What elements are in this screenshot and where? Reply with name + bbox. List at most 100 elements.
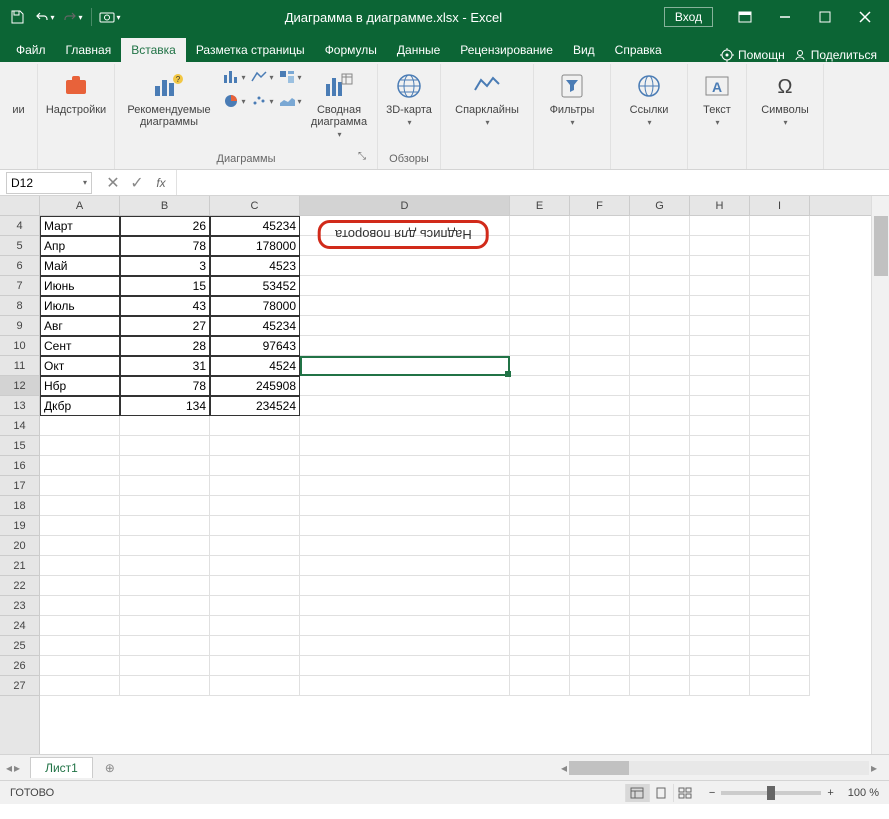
cell-E23[interactable] <box>510 596 570 616</box>
cell-C14[interactable] <box>210 416 300 436</box>
symbols-button[interactable]: Ω Символы▾ <box>753 66 817 131</box>
tab-insert[interactable]: Вставка <box>121 38 186 62</box>
cell-C27[interactable] <box>210 676 300 696</box>
addins-button[interactable]: Надстройки <box>44 66 108 120</box>
cell-A18[interactable] <box>40 496 120 516</box>
cell-F24[interactable] <box>570 616 630 636</box>
filters-button[interactable]: Фильтры▾ <box>540 66 604 131</box>
cell-G11[interactable] <box>630 356 690 376</box>
cell-F7[interactable] <box>570 276 630 296</box>
cell-H12[interactable] <box>690 376 750 396</box>
cell-F27[interactable] <box>570 676 630 696</box>
tell-me-button[interactable]: Помощн <box>720 48 785 62</box>
row-header-17[interactable]: 17 <box>0 476 39 496</box>
cell-E8[interactable] <box>510 296 570 316</box>
save-button[interactable] <box>4 4 30 30</box>
cell-E21[interactable] <box>510 556 570 576</box>
page-layout-view-button[interactable] <box>649 784 673 802</box>
text-button[interactable]: A Текст▾ <box>694 66 740 131</box>
cell-I26[interactable] <box>750 656 810 676</box>
cell-B4[interactable]: 26 <box>120 216 210 236</box>
cell-F25[interactable] <box>570 636 630 656</box>
cell-A10[interactable]: Сент <box>40 336 120 356</box>
cell-E15[interactable] <box>510 436 570 456</box>
cell-H4[interactable] <box>690 216 750 236</box>
cell-G16[interactable] <box>630 456 690 476</box>
cell-B6[interactable]: 3 <box>120 256 210 276</box>
cell-A11[interactable]: Окт <box>40 356 120 376</box>
hierarchy-chart-button[interactable]: ▾ <box>277 66 303 88</box>
row-header-13[interactable]: 13 <box>0 396 39 416</box>
maximize-button[interactable] <box>805 3 845 31</box>
cell-E11[interactable] <box>510 356 570 376</box>
cell-E6[interactable] <box>510 256 570 276</box>
cell-D21[interactable] <box>300 556 510 576</box>
row-header-26[interactable]: 26 <box>0 656 39 676</box>
cell-C13[interactable]: 234524 <box>210 396 300 416</box>
cell-E26[interactable] <box>510 656 570 676</box>
cell-F10[interactable] <box>570 336 630 356</box>
cell-G23[interactable] <box>630 596 690 616</box>
cell-F15[interactable] <box>570 436 630 456</box>
row-header-22[interactable]: 22 <box>0 576 39 596</box>
cell-G22[interactable] <box>630 576 690 596</box>
row-header-14[interactable]: 14 <box>0 416 39 436</box>
cell-C12[interactable]: 245908 <box>210 376 300 396</box>
cell-C7[interactable]: 53452 <box>210 276 300 296</box>
cell-D11[interactable] <box>300 356 510 376</box>
cell-G19[interactable] <box>630 516 690 536</box>
zoom-in-button[interactable]: + <box>827 787 833 799</box>
col-header-F[interactable]: F <box>570 196 630 215</box>
cell-G18[interactable] <box>630 496 690 516</box>
cell-E13[interactable] <box>510 396 570 416</box>
fx-button[interactable]: fx <box>150 174 172 192</box>
cell-F16[interactable] <box>570 456 630 476</box>
cell-H23[interactable] <box>690 596 750 616</box>
cell-I4[interactable] <box>750 216 810 236</box>
cell-C22[interactable] <box>210 576 300 596</box>
formula-input[interactable] <box>177 170 889 195</box>
cell-I12[interactable] <box>750 376 810 396</box>
cell-B16[interactable] <box>120 456 210 476</box>
cell-G12[interactable] <box>630 376 690 396</box>
cell-G15[interactable] <box>630 436 690 456</box>
redo-button[interactable]: ▾ <box>60 4 86 30</box>
cell-H14[interactable] <box>690 416 750 436</box>
cell-H24[interactable] <box>690 616 750 636</box>
cell-A7[interactable]: Июнь <box>40 276 120 296</box>
cell-H8[interactable] <box>690 296 750 316</box>
row-header-5[interactable]: 5 <box>0 236 39 256</box>
cell-D26[interactable] <box>300 656 510 676</box>
sheet-nav-next[interactable]: ▸ <box>14 761 20 775</box>
tab-view[interactable]: Вид <box>563 38 605 62</box>
cell-G13[interactable] <box>630 396 690 416</box>
col-header-E[interactable]: E <box>510 196 570 215</box>
hscroll-left[interactable]: ◂ <box>561 761 567 775</box>
cell-F19[interactable] <box>570 516 630 536</box>
cell-I24[interactable] <box>750 616 810 636</box>
cell-B12[interactable]: 78 <box>120 376 210 396</box>
cell-E14[interactable] <box>510 416 570 436</box>
cell-H13[interactable] <box>690 396 750 416</box>
cell-I15[interactable] <box>750 436 810 456</box>
hscroll-right[interactable]: ▸ <box>871 761 877 775</box>
cell-B14[interactable] <box>120 416 210 436</box>
cell-B26[interactable] <box>120 656 210 676</box>
cell-E16[interactable] <box>510 456 570 476</box>
cell-I20[interactable] <box>750 536 810 556</box>
cell-A13[interactable]: Дкбр <box>40 396 120 416</box>
cell-F20[interactable] <box>570 536 630 556</box>
cell-I17[interactable] <box>750 476 810 496</box>
cell-A23[interactable] <box>40 596 120 616</box>
row-header-20[interactable]: 20 <box>0 536 39 556</box>
cell-C20[interactable] <box>210 536 300 556</box>
enter-formula-button[interactable]: ✓ <box>126 174 148 192</box>
tab-help[interactable]: Справка <box>605 38 672 62</box>
cell-G26[interactable] <box>630 656 690 676</box>
cell-A5[interactable]: Апр <box>40 236 120 256</box>
col-header-I[interactable]: I <box>750 196 810 215</box>
col-header-C[interactable]: C <box>210 196 300 215</box>
cell-H9[interactable] <box>690 316 750 336</box>
cell-B23[interactable] <box>120 596 210 616</box>
cell-F22[interactable] <box>570 576 630 596</box>
